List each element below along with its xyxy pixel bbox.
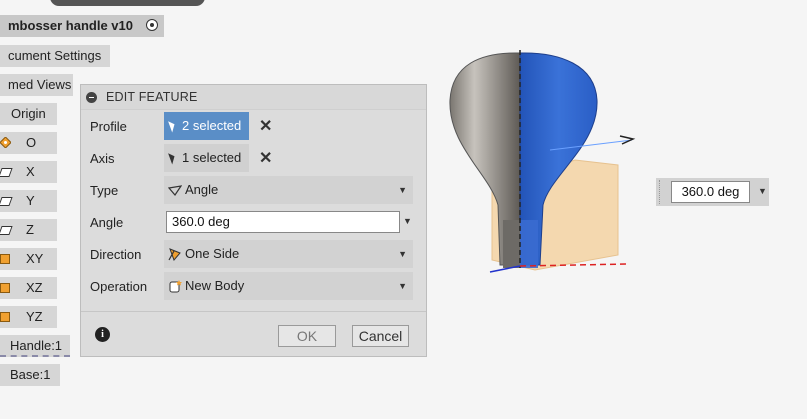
tree-label: Handle:1 bbox=[10, 338, 63, 353]
axis-value: 1 selected bbox=[182, 150, 242, 165]
one-side-icon bbox=[168, 248, 181, 261]
direction-dropdown[interactable]: One Side ▼ bbox=[164, 240, 413, 268]
operation-value: New Body bbox=[185, 278, 245, 293]
collapse-icon[interactable] bbox=[86, 92, 97, 103]
drag-grip-icon[interactable] bbox=[659, 180, 663, 204]
angle-type-icon bbox=[168, 185, 182, 196]
edit-feature-dialog: EDIT FEATURE Profile 2 selected ✕ Axis 1… bbox=[80, 84, 427, 357]
direction-label: Direction bbox=[90, 247, 142, 262]
tree-axis-x[interactable]: X bbox=[0, 161, 57, 183]
tree-base-body[interactable]: Base:1 bbox=[0, 364, 60, 386]
tree-label: cument Settings bbox=[8, 48, 102, 63]
plane-icon bbox=[0, 254, 10, 264]
type-dropdown[interactable]: Angle ▼ bbox=[164, 176, 413, 204]
cancel-button[interactable]: Cancel bbox=[352, 325, 409, 347]
model-viewport[interactable] bbox=[440, 40, 660, 280]
top-tab-pill[interactable] bbox=[50, 0, 205, 6]
new-body-icon bbox=[169, 280, 182, 293]
handle-neck-grey bbox=[503, 220, 520, 268]
tree-label: med Views bbox=[8, 77, 72, 92]
clear-axis-icon[interactable]: ✕ bbox=[259, 148, 272, 168]
document-title[interactable]: mbosser handle v10 bbox=[0, 15, 164, 37]
axis-icon bbox=[0, 197, 13, 206]
chevron-down-icon: ▼ bbox=[398, 249, 407, 259]
operation-row: Operation New Body ▼ bbox=[81, 272, 426, 300]
plane-icon bbox=[0, 283, 10, 293]
manipulator-angle-input[interactable]: 360.0 deg bbox=[671, 181, 750, 203]
tree-label: O bbox=[26, 135, 37, 150]
axis-label: Axis bbox=[90, 151, 115, 166]
active-radio-icon[interactable] bbox=[146, 19, 158, 31]
clear-profile-icon[interactable]: ✕ bbox=[259, 116, 272, 136]
tree-label: Base:1 bbox=[10, 367, 51, 382]
profile-value: 2 selected bbox=[182, 118, 242, 133]
tree-label: X bbox=[26, 164, 35, 179]
document-title-label: mbosser handle v10 bbox=[8, 18, 133, 33]
dialog-footer: i OK Cancel bbox=[81, 311, 426, 356]
direction-row: Direction One Side ▼ bbox=[81, 240, 426, 268]
profile-label: Profile bbox=[90, 119, 127, 134]
tree-origin[interactable]: Origin bbox=[0, 103, 57, 125]
tree-label: Y bbox=[26, 193, 35, 208]
ok-button[interactable]: OK bbox=[278, 325, 336, 347]
cursor-icon bbox=[168, 119, 177, 133]
axis-icon bbox=[0, 168, 13, 177]
angle-row: Angle 360.0 deg ▼ bbox=[81, 208, 426, 236]
tree-plane-yz[interactable]: YZ bbox=[0, 306, 57, 328]
profile-select-button[interactable]: 2 selected bbox=[164, 112, 249, 140]
operation-dropdown[interactable]: New Body ▼ bbox=[164, 272, 413, 300]
angle-dropdown-icon[interactable]: ▼ bbox=[403, 216, 412, 226]
tree-plane-xy[interactable]: XY bbox=[0, 248, 57, 270]
tree-handle-body[interactable]: Handle:1 bbox=[0, 335, 70, 357]
tree-plane-xz[interactable]: XZ bbox=[0, 277, 57, 299]
tree-label: Z bbox=[26, 222, 34, 237]
dialog-title: EDIT FEATURE bbox=[106, 90, 198, 104]
tree-label: XY bbox=[26, 251, 44, 266]
plane-icon bbox=[0, 312, 10, 322]
dialog-header[interactable]: EDIT FEATURE bbox=[81, 85, 426, 110]
type-row: Type Angle ▼ bbox=[81, 176, 426, 204]
tree-document-settings[interactable]: cument Settings bbox=[0, 45, 110, 67]
tree-axis-y[interactable]: Y bbox=[0, 190, 57, 212]
angle-manipulator[interactable]: 360.0 deg ▼ bbox=[656, 178, 769, 206]
axis-row: Axis 1 selected ✕ bbox=[81, 144, 426, 172]
operation-label: Operation bbox=[90, 279, 148, 294]
type-value: Angle bbox=[185, 182, 219, 197]
axis-select-button[interactable]: 1 selected bbox=[164, 144, 249, 172]
tree-axis-z[interactable]: Z bbox=[0, 219, 57, 241]
tree-label: XZ bbox=[26, 280, 43, 295]
origin-point-icon bbox=[0, 137, 11, 148]
angle-label: Angle bbox=[90, 215, 124, 230]
chevron-down-icon: ▼ bbox=[398, 185, 407, 195]
tree-named-views[interactable]: med Views bbox=[0, 74, 73, 96]
manipulator-arrow-icon[interactable] bbox=[619, 135, 636, 145]
axis-icon bbox=[0, 226, 13, 235]
type-label: Type bbox=[90, 183, 119, 198]
profile-row: Profile 2 selected ✕ bbox=[81, 112, 426, 140]
chevron-down-icon: ▼ bbox=[398, 281, 407, 291]
tree-label: YZ bbox=[26, 309, 43, 324]
angle-input[interactable]: 360.0 deg bbox=[166, 211, 400, 233]
manipulator-caret-icon[interactable]: ▼ bbox=[758, 186, 767, 196]
tree-origin-point[interactable]: O bbox=[0, 132, 57, 154]
tree-label: Origin bbox=[11, 106, 46, 121]
info-icon[interactable]: i bbox=[95, 327, 110, 342]
cursor-icon bbox=[168, 151, 177, 165]
direction-value: One Side bbox=[185, 246, 240, 261]
